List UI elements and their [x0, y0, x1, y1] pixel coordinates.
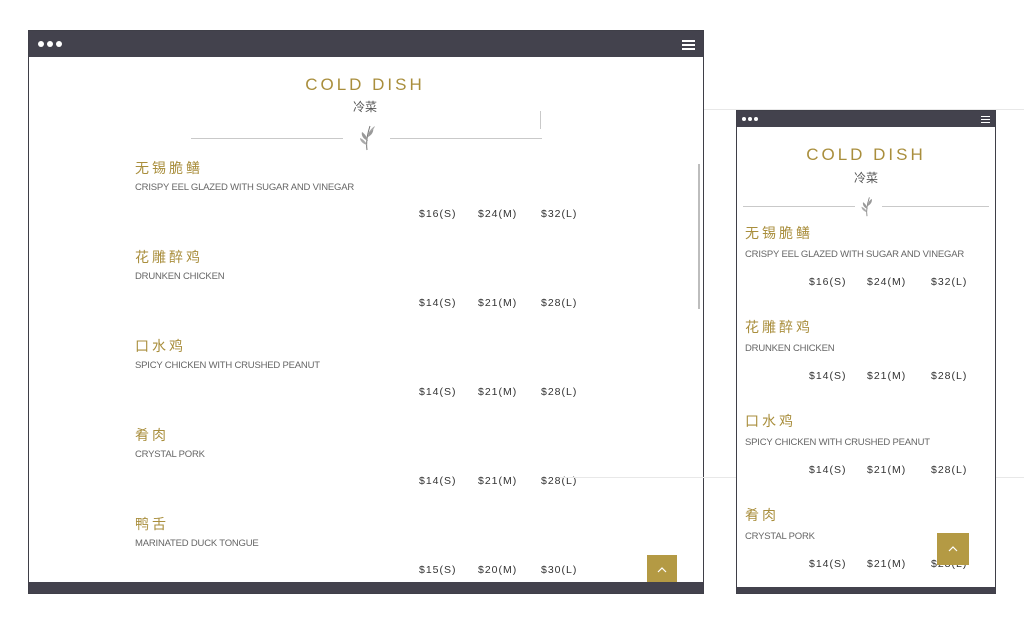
price-large: $28(L)	[541, 297, 578, 309]
desktop-title-bar	[29, 31, 703, 57]
sprig-ornament-icon	[861, 197, 872, 217]
dish-name-cn: 肴肉	[745, 508, 779, 524]
price-medium: $24(M)	[478, 208, 518, 220]
desktop-bottom-bar	[29, 582, 703, 593]
price-small: $16(S)	[419, 208, 457, 220]
dish-name-cn: 肴肉	[135, 428, 169, 444]
three-dots-icon	[38, 41, 62, 47]
dot	[47, 41, 53, 47]
dish-name-en: CRISPY EEL GLAZED WITH SUGAR AND VINEGAR	[135, 182, 354, 193]
dish-name-en: SPICY CHICKEN WITH CRUSHED PEANUT	[135, 360, 320, 371]
dish-name-en: CRYSTAL PORK	[135, 449, 205, 460]
price-medium: $21(M)	[478, 386, 518, 398]
hamburger-menu-icon[interactable]	[682, 40, 695, 52]
back-to-top-button[interactable]	[937, 533, 969, 565]
price-medium: $20(M)	[478, 564, 518, 576]
divider-left	[191, 138, 343, 139]
mobile-title-bar	[737, 111, 995, 127]
dish-name-en: CRISPY EEL GLAZED WITH SUGAR AND VINEGAR	[745, 249, 964, 260]
dot	[754, 117, 758, 121]
price-small: $16(S)	[809, 276, 847, 288]
dish-name-en: MARINATED DUCK TONGUE	[135, 538, 259, 549]
divider-right	[390, 138, 542, 139]
three-dots-icon	[742, 117, 758, 121]
dish-name-cn: 口水鸡	[745, 414, 796, 430]
price-large: $28(L)	[931, 464, 968, 476]
price-medium: $21(M)	[478, 297, 518, 309]
price-small: $14(S)	[809, 558, 847, 570]
dish-name-cn: 花雕醉鸡	[135, 250, 203, 266]
price-medium: $21(M)	[867, 558, 907, 570]
price-small: $14(S)	[419, 297, 457, 309]
price-small: $14(S)	[809, 370, 847, 382]
mobile-preview-window: COLD DISH 冷菜 无锡脆鳝 CRISPY EEL GLAZED WITH…	[736, 110, 996, 594]
desktop-preview-window: COLD DISH 冷菜 无锡脆鳝 CRISPY EEL GLAZED WITH…	[28, 30, 704, 594]
dish-name-cn: 鸭舌	[135, 517, 169, 533]
dish-name-en: SPICY CHICKEN WITH CRUSHED PEANUT	[745, 437, 930, 448]
section-subtitle: 冷菜	[352, 100, 377, 114]
mobile-bottom-bar	[737, 587, 995, 593]
section-title: COLD DISH	[305, 75, 425, 94]
price-medium: $24(M)	[867, 276, 907, 288]
back-to-top-button[interactable]	[647, 555, 677, 585]
hamburger-menu-icon[interactable]	[981, 116, 990, 125]
price-small: $14(S)	[419, 475, 457, 487]
dish-name-cn: 无锡脆鳝	[745, 226, 813, 242]
dot	[742, 117, 746, 121]
section-subtitle: 冷菜	[853, 171, 878, 185]
chevron-up-icon	[948, 546, 958, 552]
dish-name-cn: 无锡脆鳝	[135, 161, 203, 177]
section-title: COLD DISH	[806, 145, 926, 164]
dot	[38, 41, 44, 47]
dish-name-en: DRUNKEN CHICKEN	[135, 271, 225, 282]
sprig-ornament-icon	[360, 125, 375, 151]
price-small: $15(S)	[419, 564, 457, 576]
dish-name-en: DRUNKEN CHICKEN	[745, 343, 835, 354]
dot	[748, 117, 752, 121]
price-large: $32(L)	[541, 208, 578, 220]
price-medium: $21(M)	[867, 370, 907, 382]
dot	[56, 41, 62, 47]
divider-right	[882, 206, 989, 207]
price-large: $28(L)	[931, 370, 968, 382]
price-large: $30(L)	[541, 564, 578, 576]
price-medium: $21(M)	[867, 464, 907, 476]
dish-name-cn: 花雕醉鸡	[745, 320, 813, 336]
divider-tick	[540, 111, 541, 129]
price-large: $28(L)	[541, 386, 578, 398]
dish-name-cn: 口水鸡	[135, 339, 186, 355]
dish-name-en: CRYSTAL PORK	[745, 531, 815, 542]
price-small: $14(S)	[419, 386, 457, 398]
chevron-up-icon	[657, 567, 667, 573]
price-small: $14(S)	[809, 464, 847, 476]
price-medium: $21(M)	[478, 475, 518, 487]
scrollbar[interactable]	[698, 164, 700, 309]
price-large: $32(L)	[931, 276, 968, 288]
divider-left	[743, 206, 855, 207]
